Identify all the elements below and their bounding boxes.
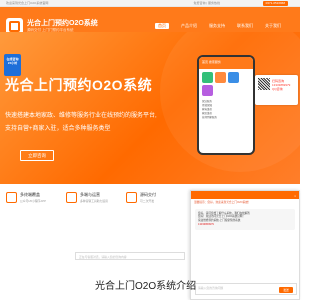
qr-code-icon	[258, 78, 270, 90]
nav-item-home[interactable]: 首页	[155, 23, 169, 29]
repair-icon	[202, 85, 213, 96]
qr-contact-text: 扫码咨询 13333869979 QQ咨询	[272, 79, 291, 91]
welcome-text: 欢迎来到光合上门O2O系统官网	[6, 1, 49, 5]
site-header: 光合上门预约O2O系统 源码交付 上门门预约平台系统 首页 产品介绍 服务支持 …	[0, 7, 300, 35]
hotline-button[interactable]: 0371-6516968	[262, 1, 288, 6]
nav-item-support[interactable]: 服务支持	[209, 23, 225, 29]
top-bar: 欢迎来到光合上门O2O系统官网 免费咨询 | 服务热线 0371-6516968	[0, 0, 300, 7]
section-title: 光合上门O2O系统介绍	[95, 281, 197, 292]
chat-tip: 温馨提示：您好，欢迎来到光合上门O2O系统！	[194, 201, 251, 204]
feature-item: 多终端覆盖 公众号H5小程序APP	[6, 190, 64, 212]
phone-footer-label: 技师到家服务	[202, 116, 218, 119]
appliance-icon	[228, 72, 239, 83]
multi-terminal-icon	[6, 192, 17, 203]
close-icon[interactable]: ×	[291, 192, 296, 200]
chat-window: 请问有什么需要帮助的吗 × 温馨提示：您好，欢迎来到光合上门O2O系统！ 您好，…	[190, 190, 300, 300]
main-nav: 首页 产品介绍 服务支持 联系我们 关于我们	[155, 23, 281, 29]
chat-phone: 13333869979	[198, 222, 214, 226]
consult-now-button[interactable]: 立即咨询	[20, 150, 54, 161]
bottom-chat-input[interactable]: 正在与客服对话，请输入您的咨询内容	[75, 252, 185, 260]
phone-mockup: 首页 搜索服务 保洁服务 月嫂保姆 家电维修 家居维修 技师到家服务	[197, 55, 255, 155]
feature-item: 源码交付 可二次开发	[126, 190, 184, 212]
send-button[interactable]: 发送	[279, 287, 293, 293]
chat-badge-label: 在线咨询 24小时	[6, 57, 19, 65]
qr-contact-card[interactable]: 扫码咨询 13333869979 QQ咨询	[255, 75, 298, 105]
feature-strip: 多终端覆盖 公众号H5小程序APP 多端与运营 多种营销工具助力运营 源码交付 …	[0, 184, 185, 214]
nav-item-products[interactable]: 产品介绍	[181, 23, 197, 29]
source-code-icon	[126, 192, 137, 203]
feature-item: 多端与运营 多种营销工具助力运营	[66, 190, 124, 212]
phone-header: 首页 搜索服务	[199, 57, 253, 69]
nav-item-about[interactable]: 关于我们	[265, 23, 281, 29]
nav-item-contact[interactable]: 联系我们	[237, 23, 253, 29]
chat-window-header: 请问有什么需要帮助的吗 ×	[191, 191, 299, 205]
nanny-icon	[215, 72, 226, 83]
phone-service-grid	[199, 69, 253, 99]
chat-message: 您好，请问您想了解什么系统，我们在线解答 您好！欢迎访问光合上门O2O系统官网！…	[195, 208, 295, 230]
cleaning-icon	[202, 72, 213, 83]
online-chat-badge[interactable]: 在线咨询 24小时	[4, 54, 21, 76]
hero-banner	[0, 32, 300, 184]
operations-icon	[66, 192, 77, 203]
hero-description-2: 支持自营+商家入驻，适合多种服务类型	[5, 126, 111, 132]
logo-title[interactable]: 光合上门预约O2O系统	[27, 18, 98, 28]
contact-hint: 免费咨询 | 服务热线	[193, 1, 220, 5]
hero-title: 光合上门预约O2O系统	[5, 77, 153, 93]
hero-description-1: 快速搭建本地家政、维修等服务行业在线预约的服务平台,	[5, 113, 157, 119]
